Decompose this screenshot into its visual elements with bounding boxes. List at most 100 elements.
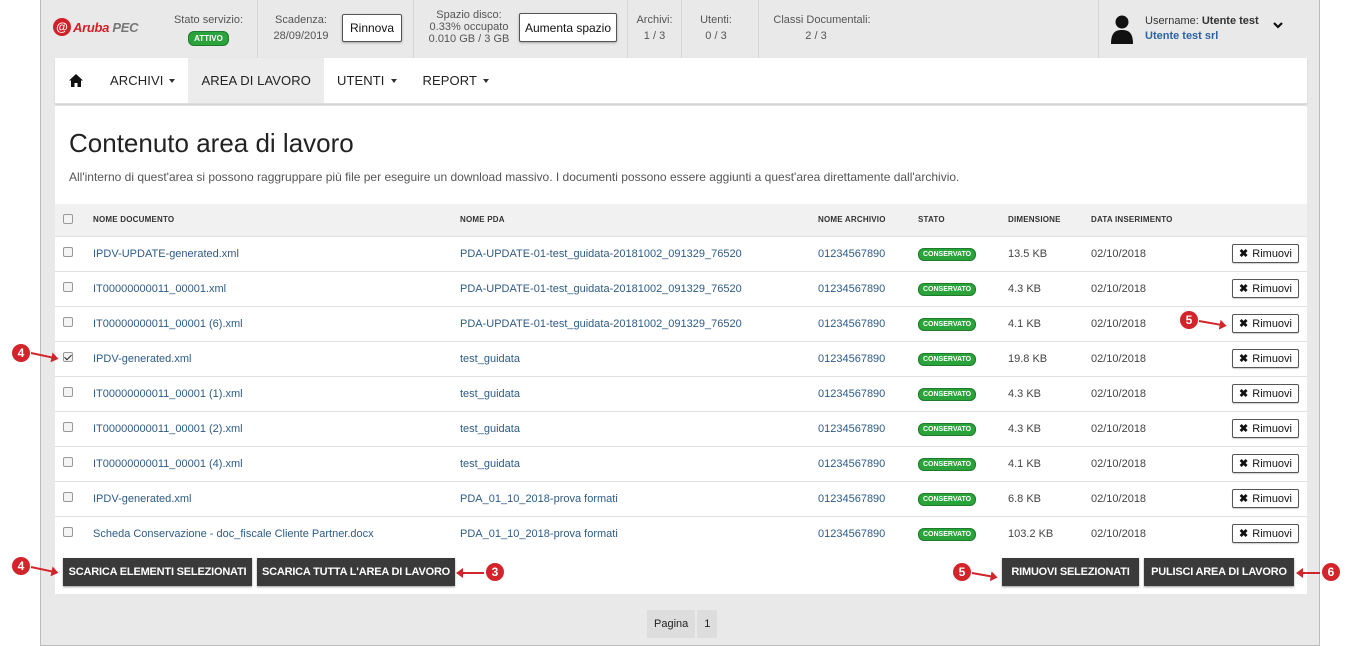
callout-arrow (456, 568, 484, 578)
archive-name-link[interactable]: 01234567890 (818, 271, 918, 306)
nav-archivi[interactable]: ARCHIVI (97, 58, 188, 103)
remove-label: Rimuovi (1252, 422, 1292, 435)
download-all-button[interactable]: SCARICA TUTTA L'AREA DI LAVORO (257, 558, 455, 586)
nav-utenti[interactable]: UTENTI (324, 58, 410, 103)
nav-area-di-lavoro[interactable]: AREA DI LAVORO (188, 58, 324, 103)
main-nav: ARCHIVI AREA DI LAVORO UTENTI REPORT (55, 58, 1307, 104)
remove-row-button[interactable]: ✖ Rimuovi (1232, 279, 1299, 298)
pda-name-link[interactable]: PDA-UPDATE-01-test_guidata-20181002_0913… (460, 236, 818, 271)
pda-name-link[interactable]: PDA_01_10_2018-prova formati (460, 481, 818, 516)
document-name-link[interactable]: Scheda Conservazione - doc_fiscale Clien… (93, 516, 460, 551)
col-dimensione[interactable]: DIMENSIONE (1008, 204, 1091, 236)
pda-name-link[interactable]: test_guidata (460, 446, 818, 481)
status-badge: CONSERVATO (918, 282, 977, 296)
remove-row-button[interactable]: ✖ Rimuovi (1232, 419, 1299, 438)
pda-name-link[interactable]: test_guidata (460, 411, 818, 446)
remove-row-button[interactable]: ✖ Rimuovi (1232, 384, 1299, 403)
callout-4: 4 (12, 344, 30, 362)
document-name-link[interactable]: IPDV-generated.xml (93, 341, 460, 376)
size-value: 4.3 KB (1008, 282, 1042, 295)
row-checkbox[interactable] (63, 527, 73, 538)
nav-report[interactable]: REPORT (410, 58, 503, 103)
chevron-down-icon[interactable] (1271, 18, 1285, 32)
document-name-link[interactable]: IPDV-UPDATE-generated.xml (93, 236, 460, 271)
status-badge: CONSERVATO (918, 457, 977, 471)
close-icon: ✖ (1239, 493, 1249, 505)
table-row: IT00000000011_00001 (4).xml test_guidata 0… (55, 446, 1307, 481)
col-stato[interactable]: STATO (918, 204, 1008, 236)
col-data-inserimento[interactable]: DATA INSERIMENTO (1091, 204, 1201, 236)
row-checkbox[interactable] (63, 352, 73, 362)
size-value: 4.3 KB (1008, 422, 1042, 435)
archives-value: 1 / 3 (643, 30, 666, 42)
date-value: 02/10/2018 (1091, 247, 1147, 260)
date-value: 02/10/2018 (1091, 492, 1147, 505)
date-value: 02/10/2018 (1091, 457, 1147, 470)
archive-name-link[interactable]: 01234567890 (818, 516, 918, 551)
col-nome-pda[interactable]: NOME PDA (460, 204, 818, 236)
table-header: NOME DOCUMENTO NOME PDA NOME ARCHIVIO ST… (55, 204, 1307, 236)
row-checkbox[interactable] (63, 422, 73, 432)
row-checkbox[interactable] (63, 387, 73, 397)
aruba-pec-logo[interactable]: @ Aruba PEC (53, 18, 139, 36)
pda-name-link[interactable]: test_guidata (460, 341, 818, 376)
document-name-link[interactable]: IT00000000011_00001 (6).xml (93, 306, 460, 341)
row-checkbox[interactable] (63, 282, 73, 292)
disk-label: Spazio disco: (436, 9, 502, 21)
table-row: IT00000000011_00001 (6).xml PDA-UPDATE-01… (55, 306, 1307, 341)
table-row: IT00000000011_00001 (2).xml test_guidata 0… (55, 411, 1307, 446)
archive-name-link[interactable]: 01234567890 (818, 376, 918, 411)
increase-space-button[interactable]: Aumenta spazio (519, 13, 617, 42)
renew-button[interactable]: Rinnova (342, 14, 402, 42)
row-checkbox[interactable] (63, 247, 73, 257)
archive-name-link[interactable]: 01234567890 (818, 306, 918, 341)
select-all-checkbox[interactable] (63, 213, 73, 224)
col-nome-documento[interactable]: NOME DOCUMENTO (93, 204, 460, 236)
username-value: Utente test (1201, 15, 1259, 27)
row-checkbox[interactable] (63, 492, 73, 502)
archive-name-link[interactable]: 01234567890 (818, 341, 918, 376)
archive-name-link[interactable]: 01234567890 (818, 236, 918, 271)
pda-name-link[interactable]: PDA-UPDATE-01-test_guidata-20181002_0913… (460, 306, 818, 341)
row-checkbox[interactable] (63, 317, 73, 327)
archive-name-link[interactable]: 01234567890 (818, 446, 918, 481)
document-name-link[interactable]: IT00000000011_00001.xml (93, 271, 460, 306)
callout-arrow (1296, 568, 1320, 578)
col-nome-archivio[interactable]: NOME ARCHIVIO (818, 204, 918, 236)
clean-workarea-button[interactable]: PULISCI AREA DI LAVORO (1144, 558, 1294, 586)
remove-row-button[interactable]: ✖ Rimuovi (1232, 524, 1299, 544)
callout-4: 4 (12, 557, 30, 575)
page-1-button[interactable]: 1 (697, 610, 718, 638)
size-value: 4.3 KB (1008, 387, 1042, 400)
pda-name-link[interactable]: test_guidata (460, 376, 818, 411)
remove-row-button[interactable]: ✖ Rimuovi (1232, 314, 1299, 333)
service-status: Stato servizio: ATTIVO (160, 0, 257, 58)
nav-home[interactable] (55, 58, 97, 103)
remove-row-button[interactable]: ✖ Rimuovi (1232, 489, 1299, 508)
download-selected-button[interactable]: SCARICA ELEMENTI SELEZIONATI (63, 558, 252, 586)
expiry-value: 28/09/2019 (273, 30, 329, 42)
disk-block: Spazio disco: 0.33% occupato 0.010 GB / … (413, 0, 627, 58)
callout-5: 5 (1180, 311, 1198, 329)
document-name-link[interactable]: IT00000000011_00001 (2).xml (93, 411, 460, 446)
user-company-link[interactable]: Utente test srl (1145, 30, 1218, 42)
documents-table: NOME DOCUMENTO NOME PDA NOME ARCHIVIO ST… (55, 204, 1307, 551)
document-name-link[interactable]: IT00000000011_00001 (1).xml (93, 376, 460, 411)
archive-name-link[interactable]: 01234567890 (818, 411, 918, 446)
document-name-link[interactable]: IT00000000011_00001 (4).xml (93, 446, 460, 481)
remove-selected-button[interactable]: RIMUOVI SELEZIONATI (1002, 558, 1139, 586)
row-checkbox[interactable] (63, 457, 73, 467)
pda-name-link[interactable]: PDA_01_10_2018-prova formati (460, 516, 818, 551)
service-status-label: Stato servizio: (173, 14, 244, 26)
user-menu[interactable]: Username: Utente test Utente test srl (1098, 0, 1319, 58)
status-badge: CONSERVATO (918, 352, 977, 366)
pagination: Pagina 1 (647, 610, 719, 638)
remove-row-button[interactable]: ✖ Rimuovi (1232, 454, 1299, 473)
document-name-link[interactable]: IPDV-generated.xml (93, 481, 460, 516)
remove-row-button[interactable]: ✖ Rimuovi (1232, 349, 1299, 368)
remove-label: Rimuovi (1252, 457, 1292, 470)
pda-name-link[interactable]: PDA-UPDATE-01-test_guidata-20181002_0913… (460, 271, 818, 306)
service-status-badge: ATTIVO (188, 31, 229, 46)
remove-row-button[interactable]: ✖ Rimuovi (1232, 244, 1299, 263)
archive-name-link[interactable]: 01234567890 (818, 481, 918, 516)
